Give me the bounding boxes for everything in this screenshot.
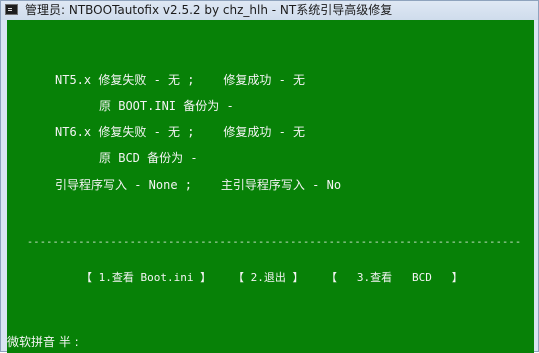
console-icon[interactable] xyxy=(5,4,18,15)
exit-button[interactable]: 【 2.退出 】 xyxy=(233,270,304,286)
separator-line: ----------------------------------------… xyxy=(27,237,522,248)
window-title: 管理员: NTBOOTautofix v2.5.2 by chz_hlh - N… xyxy=(25,3,393,17)
boot-write-line: 引导程序写入 - None ; 主引导程序写入 - No xyxy=(55,178,342,192)
nt6-status-line: NT6.x 修复失败 - 无 ; 修复成功 - 无 xyxy=(55,125,306,139)
nt5-backup-line: 原 BOOT.INI 备份为 - xyxy=(99,99,234,113)
title-bar[interactable]: 管理员: NTBOOTautofix v2.5.2 by chz_hlh - N… xyxy=(1,1,538,20)
view-bcd-button[interactable]: 【 3.查看 BCD 】 xyxy=(326,270,463,286)
ime-status: 微软拼音 半 : xyxy=(7,335,79,349)
console-window: 管理员: NTBOOTautofix v2.5.2 by chz_hlh - N… xyxy=(0,0,539,353)
console-area: NT5.x 修复失败 - 无 ; 修复成功 - 无 原 BOOT.INI 备份为… xyxy=(7,20,534,353)
nt6-backup-line: 原 BCD 备份为 - xyxy=(99,151,198,165)
nt5-status-line: NT5.x 修复失败 - 无 ; 修复成功 - 无 xyxy=(55,73,306,87)
view-bootini-button[interactable]: 【 1.查看 Boot.ini 】 xyxy=(81,270,211,286)
